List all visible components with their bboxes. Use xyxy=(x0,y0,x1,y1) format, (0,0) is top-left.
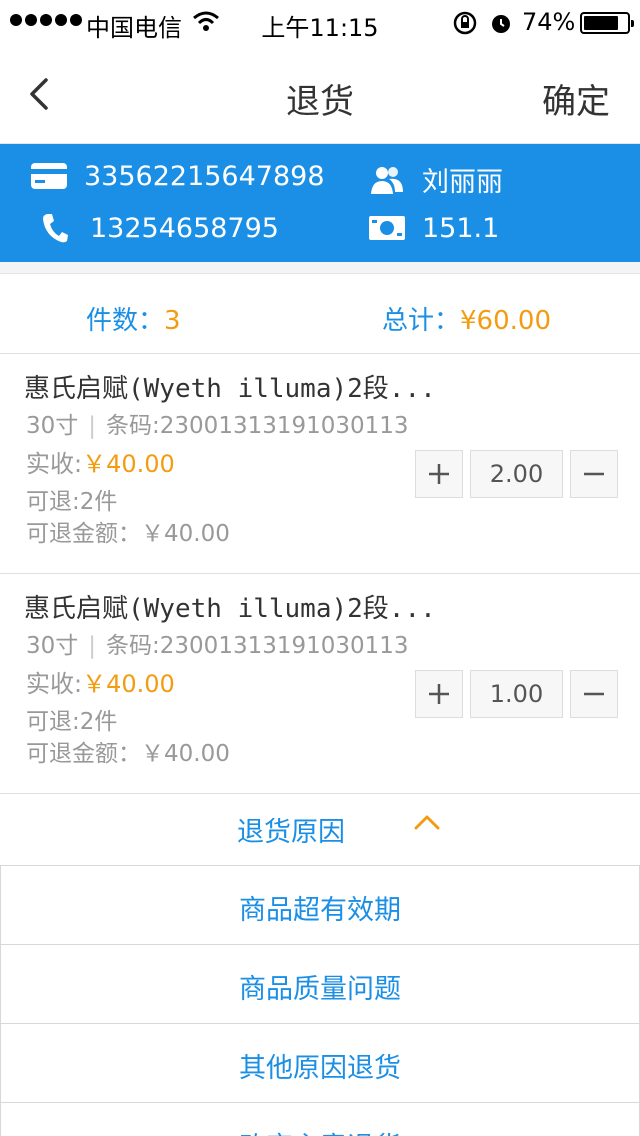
rotation-lock-icon xyxy=(453,11,477,35)
divider: | xyxy=(88,633,97,659)
product-spec: 30寸 | 条码:23001313191030113 xyxy=(26,406,409,440)
points-card-icon xyxy=(368,212,406,244)
total-summary: 总计：¥60.00 xyxy=(382,300,551,337)
paid-amount: 实收:￥40.00 xyxy=(26,664,175,699)
quantity-summary: 件数：3 xyxy=(86,300,181,337)
total-label: 总计： xyxy=(382,306,461,336)
increment-button[interactable] xyxy=(415,670,463,718)
decrement-button[interactable] xyxy=(570,450,618,498)
decrement-button[interactable] xyxy=(570,670,618,718)
paid-value: ￥40.00 xyxy=(82,670,175,698)
paid-label: 实收: xyxy=(26,450,83,478)
product-size: 30寸 xyxy=(26,413,79,439)
product-size: 30寸 xyxy=(26,633,79,659)
quantity-value: 3 xyxy=(164,306,181,336)
product-name: 惠氏启赋(Wyeth illuma)2段... xyxy=(24,374,436,404)
card-icon xyxy=(30,160,68,192)
quantity-field[interactable]: 1.00 xyxy=(470,670,563,718)
increment-button[interactable] xyxy=(415,450,463,498)
reason-option-quality[interactable]: 商品质量问题 xyxy=(0,945,640,1024)
minus-icon xyxy=(584,472,604,476)
points-row: 151.1 xyxy=(368,212,499,244)
returnable-count: 可退:2件 xyxy=(26,489,118,515)
points-value: 151.1 xyxy=(422,212,500,244)
battery-icon xyxy=(580,12,634,34)
product-name: 惠氏启赋(Wyeth illuma)2段... xyxy=(24,594,436,624)
divider: | xyxy=(88,413,97,439)
plus-icon xyxy=(429,684,449,704)
customer-name-row: 刘丽丽 xyxy=(368,160,503,199)
return-reason-toggle[interactable]: 退货原因 xyxy=(0,788,640,866)
reason-option-other[interactable]: 其他原因退货 xyxy=(0,1024,640,1103)
status-bar: 中国电信 上午11:15 74% xyxy=(0,0,640,44)
chevron-up-icon xyxy=(414,815,440,830)
card-number-row: 33562215647898 xyxy=(30,160,325,192)
card-number: 33562215647898 xyxy=(84,160,325,192)
minus-icon xyxy=(584,692,604,696)
paid-value: ￥40.00 xyxy=(82,450,175,478)
quantity-label: 件数： xyxy=(86,306,165,336)
paid-amount: 实收:￥40.00 xyxy=(26,444,175,479)
product-barcode: 条码:23001313191030113 xyxy=(106,413,409,439)
phone-icon xyxy=(36,212,74,244)
quantity-stepper: 1.00 xyxy=(415,670,618,720)
phone-number: 13254658795 xyxy=(90,212,279,244)
returnable-amount: 可退金额：￥40.00 xyxy=(26,521,230,547)
alarm-icon xyxy=(492,15,510,33)
plus-icon xyxy=(429,464,449,484)
returnable-amount: 可退金额：￥40.00 xyxy=(26,741,230,767)
nav-bar: 退货 确定 xyxy=(0,44,640,144)
customer-info-band: 33562215647898 刘丽丽 13254658795 151.1 xyxy=(0,144,640,262)
total-value: ¥60.00 xyxy=(460,306,551,336)
section-divider xyxy=(0,262,640,274)
battery-percent: 74% xyxy=(522,8,576,36)
phone-row: 13254658795 xyxy=(36,212,279,244)
return-reason-label: 退货原因 xyxy=(237,817,345,848)
customer-name: 刘丽丽 xyxy=(422,167,503,198)
confirm-button[interactable]: 确定 xyxy=(542,74,610,123)
returnable-count: 可退:2件 xyxy=(26,709,118,735)
reason-option-changed-mind[interactable]: 改变主意退货 xyxy=(0,1103,640,1136)
list-item: 惠氏启赋(Wyeth illuma)2段... 30寸 | 条码:230013131… xyxy=(0,354,640,574)
product-barcode: 条码:23001313191030113 xyxy=(106,633,409,659)
summary-row: 件数：3 总计：¥60.00 xyxy=(0,274,640,354)
quantity-field[interactable]: 2.00 xyxy=(470,450,563,498)
quantity-stepper: 2.00 xyxy=(415,450,618,500)
list-item: 惠氏启赋(Wyeth illuma)2段... 30寸 | 条码:230013131… xyxy=(0,574,640,794)
product-spec: 30寸 | 条码:23001313191030113 xyxy=(26,626,409,660)
paid-label: 实收: xyxy=(26,670,83,698)
users-icon xyxy=(368,164,406,196)
reason-option-expired[interactable]: 商品超有效期 xyxy=(0,866,640,945)
